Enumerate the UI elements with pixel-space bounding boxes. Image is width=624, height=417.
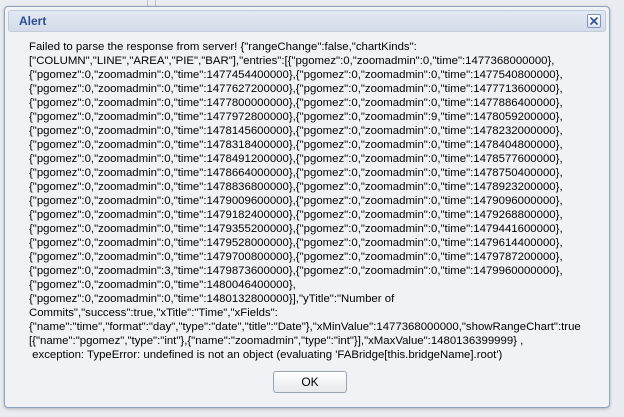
message-line: {"pgomez":0,"zoomadmin":0,"time":1478491… [29, 153, 563, 165]
message-line: {"pgomez":0,"zoomadmin":0,"time":1480046… [29, 279, 296, 291]
message-line: {"pgomez":0,"zoomadmin":0,"time":1477627… [29, 83, 563, 95]
message-line: {"pgomez":0,"zoomadmin":0,"time":1477972… [29, 111, 563, 123]
message-line: {"pgomez":0,"zoomadmin":0,"time":1479700… [29, 251, 563, 263]
message-line: {"pgomez":0,"zoomadmin":0,"time":1478836… [29, 181, 563, 193]
message-line: Failed to parse the response from server… [29, 41, 417, 53]
alert-message: Failed to parse the response from server… [29, 40, 603, 362]
message-line: {"pgomez":0,"zoomadmin":0,"time":1480132… [29, 293, 395, 305]
message-line: Commits","success":true,"xTitle":"Time",… [29, 307, 278, 319]
message-line: [{"name":"pgomez","type":"int"},{"name":… [29, 335, 524, 347]
message-line: {"pgomez":0,"zoomadmin":0,"time":1477454… [29, 69, 563, 81]
alert-dialog: Alert Failed to parse the response from … [4, 6, 610, 408]
close-button[interactable] [587, 14, 601, 28]
message-line: {"pgomez":0,"zoomadmin":0,"time":1479355… [29, 223, 563, 235]
message-line: {"pgomez":0,"zoomadmin":0,"time":1478145… [29, 125, 563, 137]
message-line: ["COLUMN","LINE","AREA","PIE","BAR"],"en… [29, 55, 555, 67]
message-line: {"pgomez":0,"zoomadmin":3,"time":1479873… [29, 265, 563, 277]
close-x-icon [590, 17, 598, 25]
dialog-title: Alert [19, 14, 47, 28]
message-line: {"pgomez":0,"zoomadmin":0,"time":1479009… [29, 195, 563, 207]
message-line: {"pgomez":0,"zoomadmin":0,"time":1479182… [29, 209, 563, 221]
message-line: {"pgomez":0,"zoomadmin":0,"time":1479528… [29, 237, 563, 249]
message-line: {"name":"time","format":"day","type":"da… [29, 321, 581, 333]
message-line: exception: TypeError: undefined is not a… [29, 349, 503, 361]
message-line: {"pgomez":0,"zoomadmin":0,"time":1478664… [29, 167, 563, 179]
message-line: {"pgomez":0,"zoomadmin":0,"time":1478318… [29, 139, 563, 151]
ok-button[interactable]: OK [273, 371, 347, 393]
dialog-titlebar: Alert [8, 10, 606, 32]
message-line: {"pgomez":0,"zoomadmin":0,"time":1477800… [29, 97, 563, 109]
